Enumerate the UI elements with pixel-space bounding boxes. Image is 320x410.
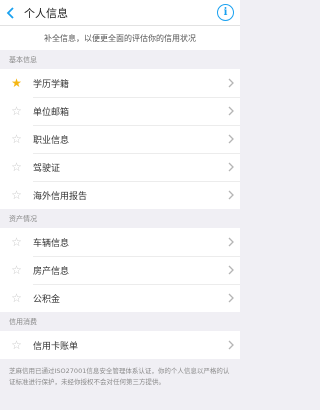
chevron-right-icon — [224, 162, 238, 172]
back-button[interactable] — [0, 0, 22, 26]
star-icon: ☆ — [11, 160, 22, 174]
chevron-right-icon — [224, 293, 238, 303]
sections-container: 基本信息 ★ 学历学籍 ☆ 单位邮箱 ☆ 职业信息 ☆ 驾驶证 ☆ 海外信用报告 资产情况 ☆ 车辆信息 ☆… — [0, 50, 240, 359]
list-item-label: 单位邮箱 — [33, 107, 70, 118]
star-icon: ☆ — [11, 104, 22, 118]
section-list: ★ 学历学籍 ☆ 单位邮箱 ☆ 职业信息 ☆ 驾驶证 ☆ 海外信用报告 — [0, 69, 240, 209]
list-item[interactable]: ☆ 职业信息 — [0, 125, 240, 153]
info-icon[interactable]: i — [217, 4, 234, 21]
star-icon: ☆ — [11, 263, 22, 277]
chevron-right-icon — [224, 78, 238, 88]
list-item-label: 公积金 — [33, 294, 61, 305]
chevron-right-icon — [224, 265, 238, 275]
list-item[interactable]: ☆ 驾驶证 — [0, 153, 240, 181]
chevron-right-icon — [224, 340, 238, 350]
list-item[interactable]: ☆ 公积金 — [0, 284, 240, 312]
list-item[interactable]: ★ 学历学籍 — [0, 69, 240, 97]
chevron-right-icon — [224, 106, 238, 116]
section-list: ☆ 车辆信息 ☆ 房产信息 ☆ 公积金 — [0, 228, 240, 312]
list-item-label: 房产信息 — [33, 266, 70, 277]
app-header: 个人信息 i — [0, 0, 240, 26]
star-icon: ☆ — [11, 291, 22, 305]
list-item-label: 学历学籍 — [33, 79, 70, 90]
list-item[interactable]: ☆ 信用卡账单 — [0, 331, 240, 359]
star-icon: ☆ — [11, 235, 22, 249]
section-list: ☆ 信用卡账单 — [0, 331, 240, 359]
page-title: 个人信息 — [24, 6, 68, 20]
list-item[interactable]: ☆ 单位邮箱 — [0, 97, 240, 125]
list-item-label: 海外信用报告 — [33, 191, 88, 202]
star-icon: ☆ — [11, 338, 22, 352]
section-title: 资产情况 — [9, 215, 37, 223]
list-item-label: 车辆信息 — [33, 238, 70, 249]
list-item-label: 职业信息 — [33, 135, 70, 146]
list-item[interactable]: ☆ 海外信用报告 — [0, 181, 240, 209]
list-item-label: 信用卡账单 — [33, 341, 79, 352]
star-icon: ☆ — [11, 132, 22, 146]
list-item[interactable]: ☆ 车辆信息 — [0, 228, 240, 256]
chevron-right-icon — [224, 190, 238, 200]
chevron-right-icon — [224, 237, 238, 247]
list-item[interactable]: ☆ 房产信息 — [0, 256, 240, 284]
security-footer: 芝麻信用已通过ISO27001信息安全管理体系认证，你的个人信息以严格的认证标准… — [9, 367, 230, 386]
section-title: 信用消费 — [9, 318, 37, 326]
chevron-right-icon — [224, 134, 238, 144]
section-title: 基本信息 — [9, 56, 37, 64]
star-icon: ☆ — [11, 188, 22, 202]
notice-banner: 补全信息，以便更全面的评估你的信用状况 — [0, 26, 240, 50]
star-icon: ★ — [11, 76, 22, 90]
arrow-left-icon — [6, 6, 14, 19]
list-item-label: 驾驶证 — [33, 163, 61, 174]
